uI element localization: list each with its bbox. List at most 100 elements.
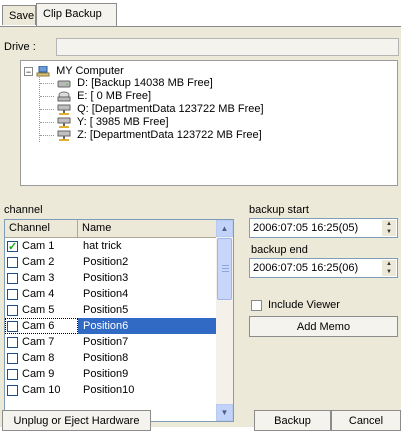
table-row[interactable]: Cam 6 Position6 (5, 318, 217, 334)
channel-name: Position7 (83, 336, 129, 348)
table-row[interactable]: Cam 5 Position5 (5, 302, 217, 318)
channel-cell[interactable]: Cam 9 (5, 366, 78, 382)
tree-root-label: MY Computer (56, 65, 124, 77)
channel-name: Position9 (83, 368, 129, 380)
spin-down-icon[interactable]: ▼ (382, 228, 396, 236)
tree-connector (39, 71, 40, 142)
my-computer-icon (36, 65, 50, 77)
channel-name: Position8 (83, 352, 129, 364)
channel-checkbox[interactable] (7, 384, 18, 396)
column-header-channel[interactable]: Channel (5, 220, 78, 237)
backup-end-label: backup end (251, 244, 308, 256)
channel-cell[interactable]: Cam 3 (5, 270, 78, 286)
table-row[interactable]: Cam 3 Position3 (5, 270, 217, 286)
channel-checkbox[interactable] (7, 272, 18, 284)
channel-name: Position2 (83, 256, 129, 268)
channel-name: Position6 (78, 318, 217, 334)
table-row[interactable]: Cam 10 Position10 (5, 382, 217, 398)
include-viewer-checkbox[interactable] (251, 299, 262, 311)
channel-cell[interactable]: Cam 1 (5, 238, 78, 255)
channel-list[interactable]: Channel Name Cam 1 hat trick Cam 2 Position… (4, 219, 234, 422)
channel-label: channel (4, 204, 43, 216)
hard-drive-icon (57, 80, 71, 88)
tree-item-label: E: [ 0 MB Free] (77, 90, 152, 102)
channel-checkbox[interactable] (7, 239, 18, 255)
channel-name: Position3 (83, 272, 129, 284)
scroll-down-arrow-icon[interactable]: ▼ (216, 404, 233, 421)
channel-cell[interactable]: Cam 6 (5, 318, 78, 334)
channel-checkbox[interactable] (7, 288, 18, 300)
channel-id: Cam 4 (22, 288, 55, 300)
tree-root[interactable]: − MY Computer (24, 65, 124, 77)
channel-checkbox[interactable] (7, 304, 18, 316)
channel-cell[interactable]: Cam 4 (5, 286, 78, 302)
tree-item-label: D: [Backup 14038 MB Free] (77, 77, 213, 89)
table-row[interactable]: Cam 8 Position8 (5, 350, 217, 366)
drive-field[interactable] (56, 38, 399, 56)
table-row[interactable]: Cam 1 hat trick (5, 238, 217, 255)
tree-item-label: Z: [DepartmentData 123722 MB Free] (77, 129, 262, 141)
tab-clip-backup[interactable]: Clip Backup (36, 3, 117, 26)
channel-checkbox[interactable] (7, 352, 18, 364)
backup-start-value: 2006:07:05 16:25(05) (253, 222, 359, 234)
add-memo-button[interactable]: Add Memo (249, 316, 398, 337)
backup-start-spinner[interactable]: ▲ ▼ (382, 220, 396, 236)
channel-name: Position10 (83, 384, 135, 396)
channel-name: Position5 (83, 304, 129, 316)
scroll-up-arrow-icon[interactable]: ▲ (216, 220, 233, 237)
table-row[interactable]: Cam 2 Position2 (5, 254, 217, 270)
channel-cell[interactable]: Cam 5 (5, 302, 78, 318)
channel-cell[interactable]: Cam 2 (5, 254, 78, 270)
backup-button[interactable]: Backup (254, 410, 331, 431)
collapse-icon[interactable]: − (24, 66, 33, 76)
tree-item-label: Q: [DepartmentData 123722 MB Free] (77, 103, 264, 115)
channel-cell[interactable]: Cam 10 (5, 382, 78, 398)
backup-end-spinner[interactable]: ▲ ▼ (382, 260, 396, 276)
channel-id: Cam 5 (22, 304, 55, 316)
tab-save[interactable]: Save (2, 5, 36, 25)
channel-cell[interactable]: Cam 8 (5, 350, 78, 366)
spin-up-icon[interactable]: ▲ (382, 220, 396, 228)
cancel-button[interactable]: Cancel (331, 410, 401, 431)
channel-id: Cam 3 (22, 272, 55, 284)
backup-end-picker[interactable]: 2006:07:05 16:25(06) ▲ ▼ (249, 258, 398, 278)
channel-id: Cam 2 (22, 256, 55, 268)
channel-name: Position4 (83, 288, 129, 300)
drive-label: Drive : (4, 41, 36, 53)
tree-item-q[interactable]: Q: [DepartmentData 123722 MB Free] (57, 103, 264, 115)
channel-id: Cam 9 (22, 368, 55, 380)
include-viewer-label: Include Viewer (268, 299, 340, 311)
channel-id: Cam 7 (22, 336, 55, 348)
spin-down-icon[interactable]: ▼ (382, 268, 396, 276)
channel-checkbox[interactable] (7, 256, 18, 268)
spin-up-icon[interactable]: ▲ (382, 260, 396, 268)
table-row[interactable]: Cam 7 Position7 (5, 334, 217, 350)
tree-item-label: Y: [ 3985 MB Free] (76, 116, 169, 128)
vertical-scrollbar[interactable]: ▲ ▼ (216, 220, 233, 421)
backup-end-value: 2006:07:05 16:25(06) (253, 262, 359, 274)
column-header-name[interactable]: Name (78, 220, 217, 237)
channel-id: Cam 6 (22, 320, 55, 332)
channel-checkbox[interactable] (7, 336, 18, 348)
table-row[interactable]: Cam 9 Position9 (5, 366, 217, 382)
drive-tree[interactable]: − MY Computer D: [Backup 14038 MB Free] … (20, 60, 398, 186)
channel-checkbox[interactable] (7, 368, 18, 380)
channel-checkbox[interactable] (7, 320, 18, 332)
channel-id: Cam 8 (22, 352, 55, 364)
channel-cell[interactable]: Cam 7 (5, 334, 78, 350)
tab-strip: Save Clip Backup (0, 0, 401, 28)
scroll-thumb[interactable] (217, 238, 232, 300)
table-row[interactable]: Cam 4 Position4 (5, 286, 217, 302)
network-drive-icon (57, 130, 71, 141)
backup-start-picker[interactable]: 2006:07:05 16:25(05) ▲ ▼ (249, 218, 398, 238)
tree-item-d[interactable]: D: [Backup 14038 MB Free] (57, 77, 213, 89)
channel-name: hat trick (83, 240, 122, 252)
tree-item-y[interactable]: Y: [ 3985 MB Free] (57, 116, 169, 128)
include-viewer-option[interactable]: Include Viewer (251, 298, 340, 312)
tree-item-e[interactable]: E: [ 0 MB Free] (57, 90, 151, 102)
clip-backup-panel: Drive : − MY Computer D: [Backup 14038 M… (0, 26, 401, 431)
cd-drive-icon (57, 91, 71, 102)
unplug-eject-button[interactable]: Unplug or Eject Hardware (2, 410, 151, 431)
network-drive-icon (57, 117, 71, 128)
tree-item-z[interactable]: Z: [DepartmentData 123722 MB Free] (57, 129, 262, 141)
